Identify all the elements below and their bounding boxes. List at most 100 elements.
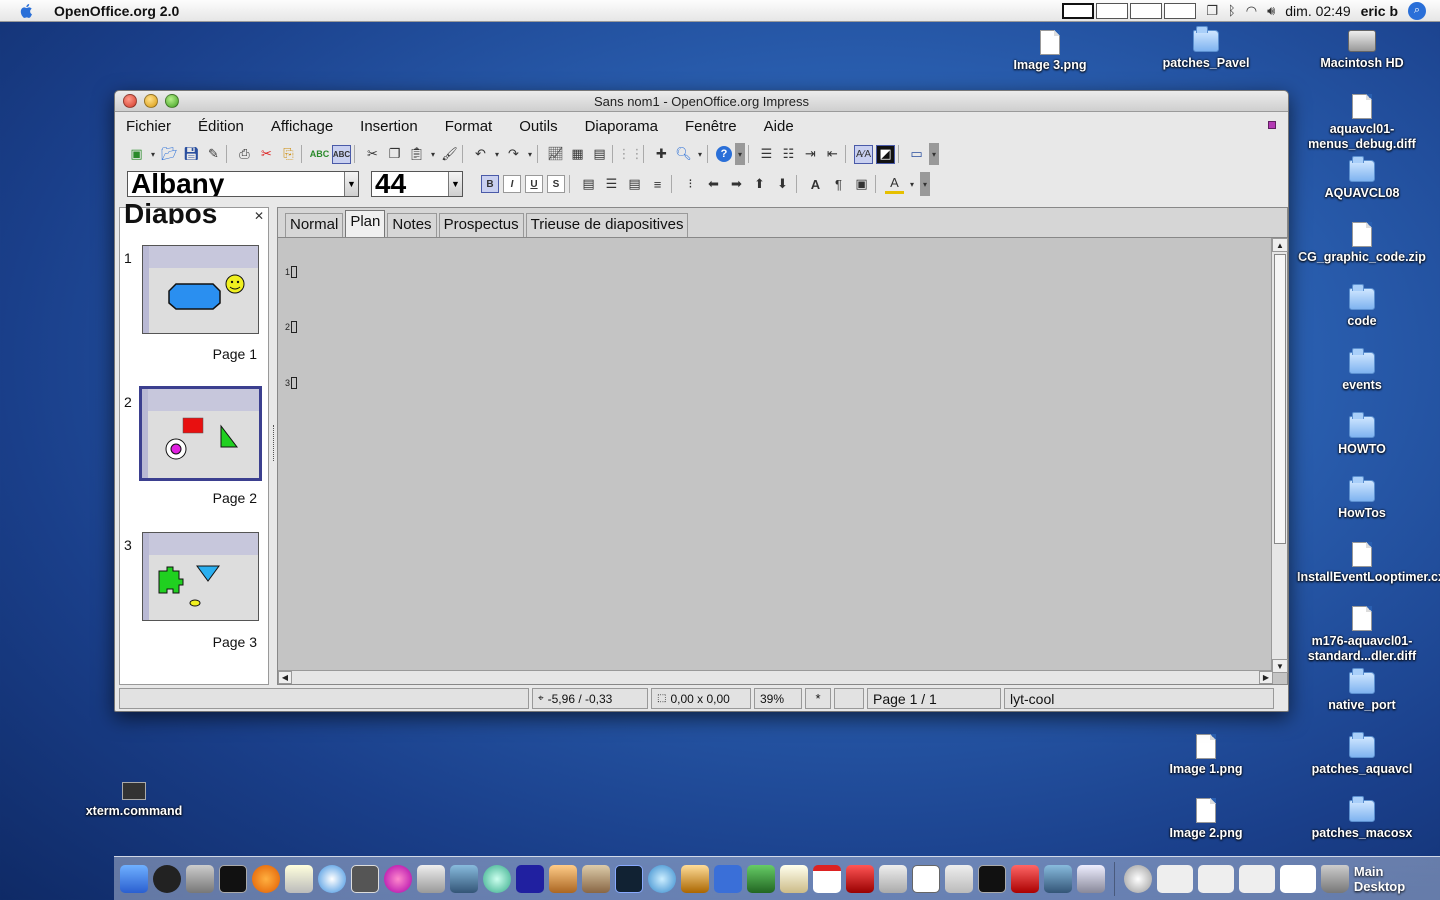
- bullets-icon[interactable]: ☰: [757, 145, 776, 164]
- slide-thumbnail-3[interactable]: [142, 532, 259, 621]
- finder-icon[interactable]: [120, 864, 148, 893]
- zoom-icon[interactable]: 🔍︎: [674, 145, 693, 164]
- iphoto-icon[interactable]: [549, 864, 577, 893]
- desktop-icon-howtos[interactable]: HowTos: [1297, 476, 1427, 521]
- toolbar-overflow-icon[interactable]: ▾: [735, 143, 745, 165]
- save-icon[interactable]: 💾︎: [182, 145, 201, 164]
- zoom-dropdown-icon[interactable]: ▾: [696, 145, 704, 164]
- desktop-icon-cg-graphic-code[interactable]: CG_graphic_code.zip: [1297, 222, 1427, 265]
- window-titlebar[interactable]: Sans nom1 - OpenOffice.org Impress: [115, 91, 1288, 112]
- new-document-icon[interactable]: ▣: [127, 145, 146, 164]
- desktop-icon-patches-aquavcl[interactable]: patches_aquavcl: [1297, 732, 1427, 777]
- desktop-icon-xterm-command[interactable]: xterm.command: [69, 782, 199, 819]
- move-up-icon[interactable]: ⬆: [750, 175, 769, 194]
- window-icon[interactable]: ❐: [1206, 3, 1218, 19]
- desktop-icon-code[interactable]: code: [1297, 284, 1427, 329]
- menu-format[interactable]: Format: [445, 118, 493, 135]
- space-2[interactable]: [1096, 2, 1129, 19]
- font-size-combo[interactable]: 44 ▼: [371, 171, 463, 197]
- garageband-icon[interactable]: [681, 864, 709, 893]
- space-4[interactable]: [1164, 2, 1197, 19]
- network-icon[interactable]: [1123, 864, 1152, 893]
- desktop-icon-events[interactable]: events: [1297, 348, 1427, 393]
- tab-plan[interactable]: Plan: [345, 210, 386, 237]
- itunes-icon[interactable]: [483, 864, 511, 893]
- menu-outils[interactable]: Outils: [519, 118, 557, 135]
- desktop-icon-image3[interactable]: Image 3.png: [985, 30, 1115, 73]
- desktop-icon-aquavcl08[interactable]: AQUAVCL08: [1297, 156, 1427, 201]
- imovie-icon[interactable]: [615, 864, 643, 893]
- safari-icon[interactable]: [318, 864, 346, 893]
- status-zoom[interactable]: 39%: [754, 688, 802, 709]
- slide-thumbnail-1[interactable]: [142, 245, 259, 334]
- gimp-icon[interactable]: [417, 864, 445, 893]
- scrollbar-thumb[interactable]: [1274, 254, 1286, 544]
- clock[interactable]: dim. 02:49: [1285, 3, 1350, 19]
- redo-dropdown-icon[interactable]: ▾: [526, 145, 534, 164]
- photo-booth-icon[interactable]: [846, 864, 874, 893]
- trash-icon[interactable]: [1320, 864, 1349, 893]
- tab-prospectus[interactable]: Prospectus: [438, 213, 524, 237]
- print-direct-icon[interactable]: ⎘: [279, 145, 298, 164]
- scroll-down-icon[interactable]: ▼: [1272, 659, 1288, 673]
- undo-icon[interactable]: ↶: [471, 145, 490, 164]
- x-icon[interactable]: [912, 864, 940, 893]
- tab-notes[interactable]: Notes: [387, 213, 437, 237]
- grid-icon[interactable]: ⋮⋮: [618, 145, 644, 164]
- scroll-right-icon[interactable]: ▶: [1259, 671, 1273, 684]
- app-name-menu[interactable]: OpenOffice.org 2.0: [54, 3, 179, 19]
- insert-object-icon[interactable]: ▤: [590, 145, 609, 164]
- paste-icon[interactable]: 📋︎: [407, 145, 426, 164]
- promote-icon[interactable]: ⇤: [823, 145, 842, 164]
- menu-aide[interactable]: Aide: [764, 118, 794, 135]
- desktop-icon-macintosh-hd[interactable]: Macintosh HD: [1297, 30, 1427, 71]
- firefox-icon[interactable]: [252, 864, 280, 893]
- desktop-icon-image1[interactable]: Image 1.png: [1141, 734, 1271, 777]
- minimize-window-button[interactable]: [144, 94, 158, 108]
- navigator-icon[interactable]: ✚: [652, 145, 671, 164]
- outline-slide-3[interactable]: 3: [285, 377, 298, 389]
- shadow-button[interactable]: S: [547, 175, 565, 193]
- desktop-icon-patches-macosx[interactable]: patches_macosx: [1297, 796, 1427, 841]
- xcode-icon[interactable]: [186, 864, 214, 893]
- move-left-icon[interactable]: ⬅: [704, 175, 723, 194]
- spotlight-icon[interactable]: ⌕: [1408, 1, 1426, 20]
- demote-icon[interactable]: ⇥: [801, 145, 820, 164]
- app-icon[interactable]: [945, 864, 973, 893]
- close-icon[interactable]: ✕: [254, 209, 264, 223]
- font-color-icon[interactable]: A: [885, 175, 904, 194]
- automator-icon[interactable]: [582, 864, 610, 893]
- menu-edition[interactable]: Édition: [198, 118, 244, 135]
- help-icon[interactable]: ?: [716, 146, 732, 162]
- desktop-icon-patches-pavel[interactable]: patches_Pavel: [1141, 26, 1271, 71]
- toolbar-overflow-icon-3[interactable]: ▾: [920, 172, 930, 196]
- bluetooth-icon[interactable]: ᛒ: [1228, 3, 1236, 18]
- redo-icon[interactable]: ↷: [504, 145, 523, 164]
- table-icon[interactable]: ▦: [568, 145, 587, 164]
- wifi-icon[interactable]: ◠: [1246, 3, 1257, 19]
- auto-spellcheck-icon[interactable]: ABC: [332, 144, 351, 164]
- openoffice-icon[interactable]: [450, 864, 478, 893]
- idvd-icon[interactable]: [648, 864, 676, 893]
- black-white-view-icon[interactable]: ◩: [876, 144, 895, 164]
- font-color-dropdown-icon[interactable]: ▾: [908, 175, 916, 194]
- space-1[interactable]: [1062, 2, 1095, 19]
- menu-fenetre[interactable]: Fenêtre: [685, 118, 737, 135]
- tab-normal[interactable]: Normal: [285, 213, 344, 237]
- chevron-down-icon[interactable]: ▼: [448, 172, 462, 196]
- menu-diaporama[interactable]: Diaporama: [585, 118, 658, 135]
- menu-insertion[interactable]: Insertion: [360, 118, 418, 135]
- italic-button[interactable]: I: [503, 175, 521, 193]
- desktop-icon-menus-debug-diff[interactable]: aquavcl01-menus_debug.diff: [1297, 94, 1427, 152]
- underline-button[interactable]: U: [525, 175, 543, 193]
- copy-icon[interactable]: ❐: [385, 145, 404, 164]
- apple-icon[interactable]: [18, 2, 36, 20]
- zoom-window-button[interactable]: [165, 94, 179, 108]
- menu-fichier[interactable]: Fichier: [126, 118, 171, 135]
- spellcheck-icon[interactable]: ABC: [310, 145, 330, 164]
- quicktime-icon[interactable]: [516, 864, 544, 893]
- tab-trieuse[interactable]: Trieuse de diapositives: [525, 213, 689, 237]
- textedit-icon[interactable]: [780, 864, 808, 893]
- cut-icon[interactable]: ✂: [363, 145, 382, 164]
- desktop-icon-m176-diff[interactable]: m176-aquavcl01-standard...dler.diff: [1297, 606, 1427, 664]
